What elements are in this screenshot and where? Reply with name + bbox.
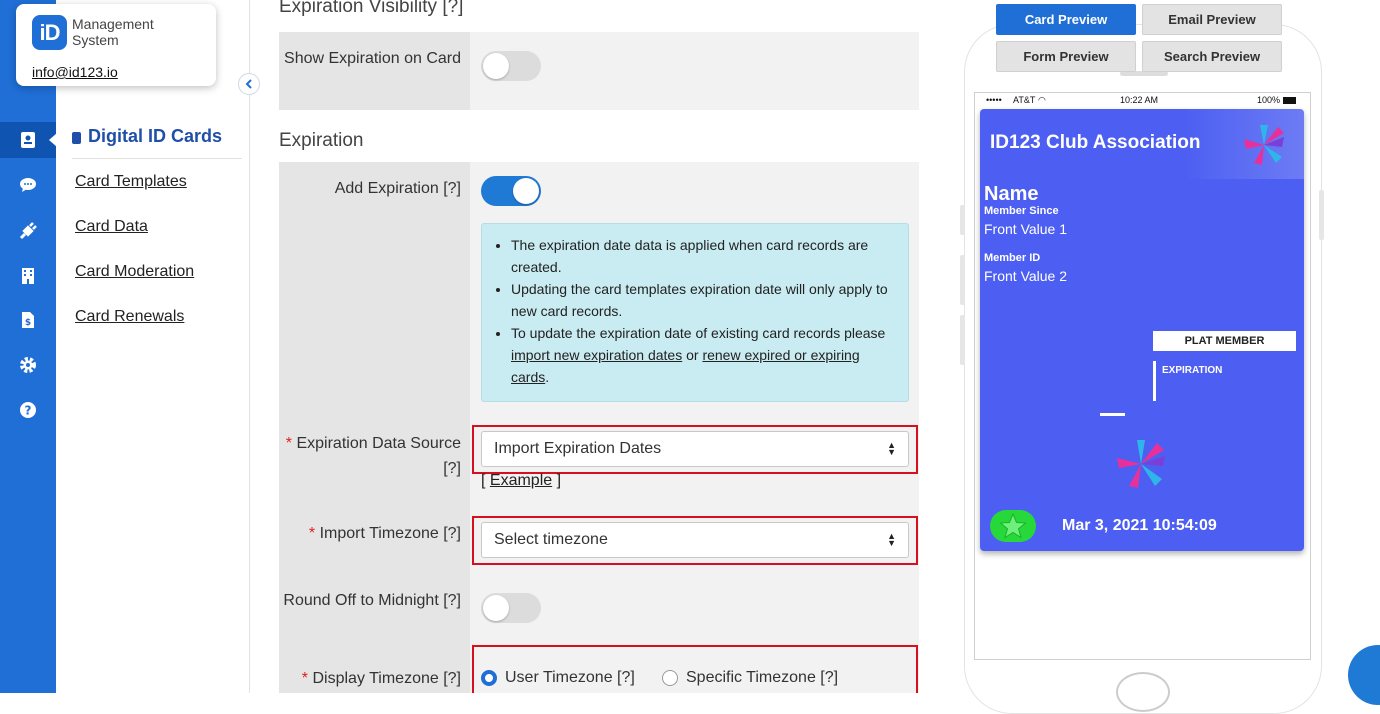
card-holder-name: Name [984, 183, 1039, 205]
org-logo-icon [1117, 440, 1165, 488]
info-bullet: To update the expiration date of existin… [511, 322, 892, 388]
help-icon[interactable]: ? [0, 392, 56, 428]
card-field2-value: Front Value 2 [984, 268, 1068, 284]
building-icon[interactable] [0, 258, 56, 294]
show-expiration-row: Show Expiration on Card [279, 32, 919, 110]
battery-icon [1283, 97, 1296, 104]
subnav-link-card-moderation[interactable]: Card Moderation [75, 263, 194, 281]
user-timezone-radio[interactable] [481, 670, 497, 686]
status-time: 10:22 AM [1120, 95, 1159, 105]
svg-text:$: $ [25, 318, 31, 328]
plug-icon[interactable] [0, 213, 56, 249]
expiration-settings-form: Expiration Visibility [?] Show Expiratio… [279, 0, 919, 693]
email-preview-button[interactable]: Email Preview [1142, 4, 1282, 35]
collapse-sidebar-button[interactable] [238, 73, 260, 95]
star-badge [990, 510, 1036, 542]
show-expiration-toggle[interactable] [481, 51, 541, 81]
form-preview-button[interactable]: Form Preview [996, 41, 1136, 72]
battery-label: 100% [1257, 95, 1281, 105]
section-title-visibility: Expiration Visibility [?] [279, 0, 464, 17]
card-org-name: ID123 Club Association [990, 132, 1201, 153]
carrier-label: AT&T [1013, 95, 1036, 105]
card-field1-value: Front Value 1 [984, 221, 1068, 237]
section-title-expiration: Expiration [279, 130, 364, 151]
user-timezone-label[interactable]: User Timezone [?] [505, 669, 635, 687]
brand-card: iD Management System info@id123.io [16, 4, 216, 86]
info-bullet: Updating the card templates expiration d… [511, 278, 892, 322]
star-icon [999, 512, 1027, 539]
id-card-icon[interactable] [0, 122, 57, 158]
invoice-icon[interactable]: $ [0, 302, 56, 338]
subnav-link-card-renewals[interactable]: Card Renewals [75, 308, 184, 326]
round-midnight-label: Round Off to Midnight [?] [283, 592, 461, 609]
subnav-link-card-templates[interactable]: Card Templates [75, 173, 187, 191]
org-logo-icon [1244, 125, 1284, 165]
secondary-nav [56, 0, 250, 693]
card-field2-label: Member ID [984, 252, 1041, 264]
card-divider [1100, 413, 1125, 416]
brand-name-line2: System [72, 32, 119, 48]
data-source-label: * Expiration Data Source [?] [285, 435, 461, 477]
card-datetime: Mar 3, 2021 10:54:09 [1062, 517, 1217, 534]
subnav-link-card-data[interactable]: Card Data [75, 218, 148, 236]
id-card-preview: ID123 Club Association Name Member Since… [980, 109, 1304, 551]
brand-logo[interactable]: iD [32, 15, 67, 50]
select-arrows-icon: ▲ ▼ [887, 440, 896, 457]
add-expiration-toggle[interactable] [481, 176, 541, 206]
specific-timezone-label[interactable]: Specific Timezone [?] [686, 669, 838, 687]
show-expiration-label: Show Expiration on Card [284, 50, 461, 67]
info-bullet: The expiration date data is applied when… [511, 234, 892, 278]
import-expiration-dates-link[interactable]: import new expiration dates [511, 347, 682, 363]
example-link-wrap: [ Example ] [481, 472, 562, 489]
phone-status-bar: ••••• AT&T ◠ 10:22 AM 100% [986, 95, 1298, 107]
account-email-link[interactable]: info@id123.io [32, 64, 118, 80]
import-timezone-select[interactable]: Select timezone ▲ ▼ [481, 522, 909, 558]
card-field1-label: Member Since [984, 205, 1059, 217]
gear-icon[interactable] [0, 347, 56, 383]
chat-icon[interactable] [0, 167, 56, 203]
brand-name-line1: Management [72, 16, 154, 32]
wifi-icon: ◠ [1038, 95, 1046, 105]
card-preview-button[interactable]: Card Preview [996, 4, 1136, 35]
import-timezone-label: * Import Timezone [?] [308, 525, 461, 542]
subnav-heading: Digital ID Cards [72, 126, 242, 159]
display-timezone-label: * Display Timezone [?] [301, 670, 461, 687]
membership-badge: PLAT MEMBER [1153, 331, 1296, 351]
round-midnight-toggle[interactable] [481, 593, 541, 623]
phone-home-button [1116, 672, 1170, 712]
icon-rail: $ ? [0, 0, 57, 693]
svg-text:?: ? [25, 404, 32, 418]
add-expiration-label: Add Expiration [?] [334, 180, 461, 197]
subnav-heading-label: Digital ID Cards [88, 126, 223, 146]
search-preview-button[interactable]: Search Preview [1142, 41, 1282, 72]
select-arrows-icon: ▲ ▼ [887, 531, 896, 548]
example-link[interactable]: Example [490, 472, 552, 489]
chevron-left-icon [245, 79, 252, 89]
signal-icon: ••••• [986, 95, 1002, 105]
specific-timezone-radio[interactable] [662, 670, 678, 686]
card-expiration-label: EXPIRATION [1162, 365, 1223, 376]
chat-widget-button[interactable] [1348, 645, 1380, 705]
brand-name: Management System [72, 16, 154, 48]
expiration-info-box: The expiration date data is applied when… [481, 223, 909, 402]
id-card-icon [72, 132, 81, 144]
data-source-select[interactable]: Import Expiration Dates ▲ ▼ [481, 431, 909, 467]
